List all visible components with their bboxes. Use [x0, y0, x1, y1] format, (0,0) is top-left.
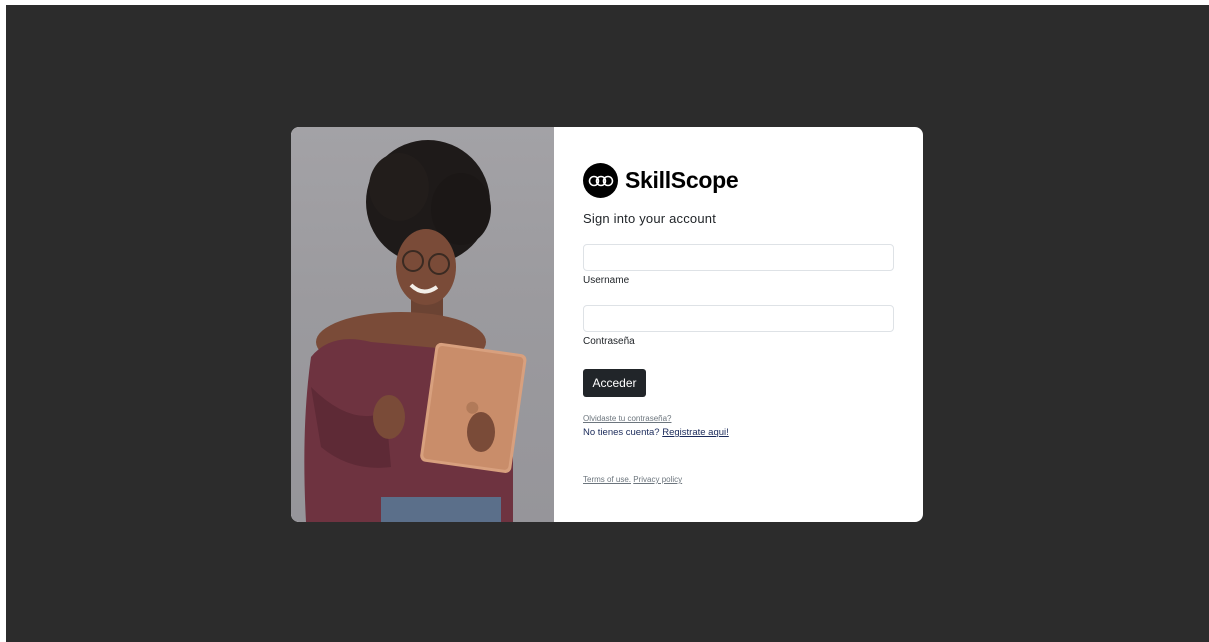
legal-links: Terms of use. Privacy policy — [583, 475, 682, 484]
woman-with-tablet-illustration — [304, 140, 527, 522]
terms-link[interactable]: Terms of use. — [583, 475, 631, 484]
form-title: Sign into your account — [583, 211, 717, 226]
username-label: Username — [583, 275, 630, 286]
privacy-link[interactable]: Privacy policy — [633, 475, 682, 484]
no-account-text: No tienes cuenta? — [583, 427, 660, 438]
password-input[interactable] — [583, 305, 894, 332]
brand: SkillScope — [583, 163, 739, 198]
login-button[interactable]: Acceder — [583, 369, 646, 397]
register-link[interactable]: Registrate aqui! — [662, 427, 729, 438]
register-prompt: No tienes cuenta? Registrate aqui! — [583, 427, 729, 438]
forgot-password-link[interactable]: Olvidaste tu contraseña? — [583, 414, 672, 423]
password-label: Contraseña — [583, 336, 635, 347]
brand-name: SkillScope — [625, 167, 739, 193]
login-form-panel: SkillScope Sign into your account Userna… — [554, 127, 923, 522]
hero-photo — [291, 127, 554, 522]
login-card: SkillScope Sign into your account Userna… — [291, 127, 923, 522]
username-input[interactable] — [583, 244, 894, 271]
skillscope-logo-icon — [583, 163, 618, 198]
